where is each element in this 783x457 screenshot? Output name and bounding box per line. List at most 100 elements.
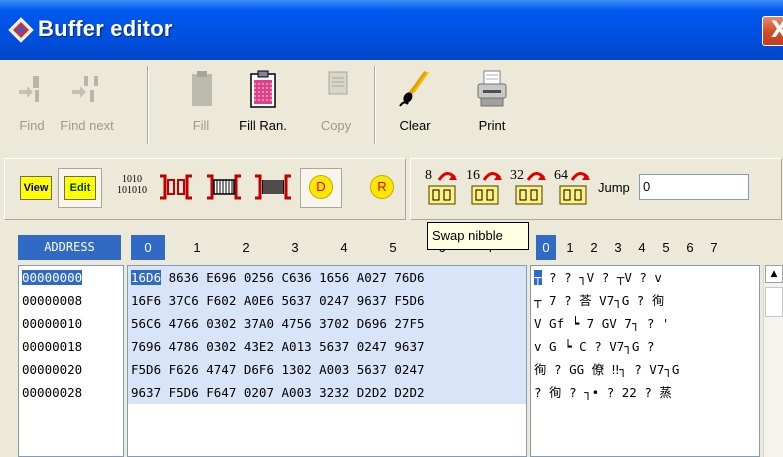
address-row[interactable]: 00000018	[19, 335, 123, 358]
text-column-5[interactable]: 5	[656, 235, 676, 260]
view-button[interactable]: View	[20, 176, 52, 200]
scroll-up-arrow-icon[interactable]: ▲	[765, 265, 783, 283]
find-button[interactable]: Find	[12, 70, 52, 146]
text-values: v G ┕ C ? V7┐G ?	[534, 339, 655, 354]
address-value: 00000018	[22, 339, 83, 354]
binary-line-1: 1010	[122, 174, 142, 185]
hex-column-2[interactable]: 2	[229, 235, 263, 260]
text-values: 徇 ? GG 僚 ‼┐ ? V7┐G	[534, 362, 680, 377]
text-row[interactable]: v G ┕ C ? V7┐G ?	[531, 335, 759, 358]
text-column-2[interactable]: 2	[584, 235, 604, 260]
hex-row[interactable]: 16F6 37C6 F602 A0E6 5637 0247 9637 F5D6	[128, 289, 526, 312]
toolbar-separator	[374, 66, 376, 144]
text-column-3[interactable]: 3	[608, 235, 628, 260]
byte-mode-icon[interactable]	[156, 170, 196, 204]
swap-64-button[interactable]: 64	[554, 168, 594, 208]
text-column-4[interactable]: 4	[632, 235, 652, 260]
copy-button[interactable]: Copy	[316, 70, 356, 146]
copy-icon	[328, 71, 348, 95]
text-values: ? ? ┐V ? ┬V ? v	[541, 270, 662, 285]
text-values: V Gf ┕ 7 GV 7┐ ? '	[534, 316, 670, 331]
find-next-icon	[72, 76, 98, 102]
hex-column-4[interactable]: 4	[327, 235, 361, 260]
address-row[interactable]: 00000028	[19, 381, 123, 404]
address-column-header: ADDRESS	[18, 235, 121, 260]
text-row[interactable]: ┬ ? ? ┐V ? ┬V ? v	[531, 266, 759, 289]
hex-column-3[interactable]: 3	[278, 235, 312, 260]
swap-16-button[interactable]: 16	[466, 168, 506, 208]
address-value: 00000028	[22, 385, 83, 400]
binary-mode-button[interactable]: 1010 101010	[112, 174, 152, 208]
fill-random-label: Fill Ran.	[239, 118, 287, 133]
fill-label: Fill	[192, 118, 210, 133]
clear-label: Clear	[399, 118, 431, 133]
find-label: Find	[19, 118, 45, 133]
dword-mode-icon[interactable]	[252, 170, 294, 204]
hex-cursor-cell[interactable]: 16D6	[131, 270, 162, 285]
text-column-1[interactable]: 1	[560, 235, 580, 260]
text-row[interactable]: ? 徇 ? ┐• ? 22 ? 蒸	[531, 381, 759, 404]
text-values: ? 徇 ? ┐• ? 22 ? 蒸	[534, 385, 672, 400]
text-column-0[interactable]: 0	[536, 235, 556, 260]
find-next-label: Find next	[60, 118, 114, 133]
swap-32-button[interactable]: 32	[510, 168, 550, 208]
hex-values: 9637 F5D6 F647 0207 A003 3232 D2D2 D2D2	[131, 385, 425, 400]
print-label: Print	[478, 118, 506, 133]
word-mode-icon[interactable]	[204, 170, 244, 204]
address-pane[interactable]: 00000000 00000008 00000010 00000018 0000…	[18, 265, 124, 457]
swap-8-button[interactable]: 8	[425, 168, 461, 208]
address-row[interactable]: 00000008	[19, 289, 123, 312]
swap-64-label: 64	[554, 168, 568, 183]
decimal-button[interactable]: D	[309, 175, 333, 199]
swap-nibble-tooltip: Swap nibble	[427, 222, 529, 250]
text-pane[interactable]: ┬ ? ? ┐V ? ┬V ? v ┬ 7 ? 荅 V7┐G ? 徇 V Gf …	[530, 265, 760, 457]
text-cursor-cell[interactable]: ┬	[534, 270, 542, 285]
address-value: 00000000	[20, 269, 84, 286]
clear-button[interactable]: Clear	[393, 70, 437, 146]
print-button[interactable]: Print	[470, 70, 514, 146]
address-row[interactable]: 00000020	[19, 358, 123, 381]
hex-values: 16F6 37C6 F602 A0E6 5637 0247 9637 F5D6	[131, 293, 425, 308]
buffer-editor-window: Buffer editor X Find Find next Fill Fill…	[0, 0, 783, 457]
find-next-button[interactable]: Find next	[58, 70, 116, 146]
address-row[interactable]: 00000000	[19, 266, 123, 289]
find-icon	[19, 76, 39, 102]
address-value: 00000008	[22, 293, 83, 308]
hex-row[interactable]: 16D6 8636 E696 0256 C636 1656 A027 76D6	[128, 266, 526, 289]
reverse-button[interactable]: R	[370, 175, 394, 199]
swap-32-label: 32	[510, 168, 524, 183]
text-row[interactable]: V Gf ┕ 7 GV 7┐ ? '	[531, 312, 759, 335]
fill-button[interactable]: Fill	[182, 70, 220, 146]
main-toolbar: Find Find next Fill Fill Ran. Copy Clear…	[0, 60, 783, 150]
hex-row[interactable]: 9637 F5D6 F647 0207 A003 3232 D2D2 D2D2	[128, 381, 526, 404]
hex-column-1[interactable]: 1	[180, 235, 214, 260]
text-column-6[interactable]: 6	[680, 235, 700, 260]
text-row[interactable]: 徇 ? GG 僚 ‼┐ ? V7┐G	[531, 358, 759, 381]
app-icon	[8, 17, 34, 43]
hex-values: 8636 E696 0256 C636 1656 A027 76D6	[161, 270, 425, 285]
column-header-row: ADDRESS 0 1 2 3 4 5 6 7 0 1 2 3 4 5 6 7	[0, 231, 783, 263]
hex-values: 7696 4786 0302 43E2 A013 5637 0247 9637	[131, 339, 425, 354]
hex-column-0[interactable]: 0	[131, 235, 165, 260]
hex-row[interactable]: 7696 4786 0302 43E2 A013 5637 0247 9637	[128, 335, 526, 358]
title-bar[interactable]: Buffer editor X	[0, 0, 783, 60]
text-row[interactable]: ┬ 7 ? 荅 V7┐G ? 徇	[531, 289, 759, 312]
hex-row[interactable]: F5D6 F626 4747 D6F6 1302 A003 5637 0247	[128, 358, 526, 381]
text-column-7[interactable]: 7	[704, 235, 724, 260]
jump-label: Jump	[598, 180, 630, 195]
text-values: ┬ 7 ? 荅 V7┐G ? 徇	[534, 293, 665, 308]
hex-row[interactable]: 56C6 4766 0302 37A0 4756 3702 D696 27F5	[128, 312, 526, 335]
jump-input[interactable]: 0	[639, 174, 749, 200]
address-row[interactable]: 00000010	[19, 312, 123, 335]
mode-toolbar: View Edit 1010 101010 D R 8 16 32 64 Jum…	[0, 150, 783, 228]
hex-column-5[interactable]: 5	[376, 235, 410, 260]
close-button[interactable]: X	[762, 16, 783, 46]
vertical-scrollbar[interactable]: ▲	[763, 265, 783, 457]
printer-icon	[477, 70, 507, 107]
copy-label: Copy	[320, 118, 352, 133]
edit-button[interactable]: Edit	[64, 176, 96, 200]
scroll-thumb[interactable]	[765, 287, 783, 317]
fill-random-button[interactable]: Fill Ran.	[236, 70, 290, 146]
hex-pane[interactable]: 16D6 8636 E696 0256 C636 1656 A027 76D6 …	[127, 265, 527, 457]
swap-8-label: 8	[425, 168, 432, 183]
